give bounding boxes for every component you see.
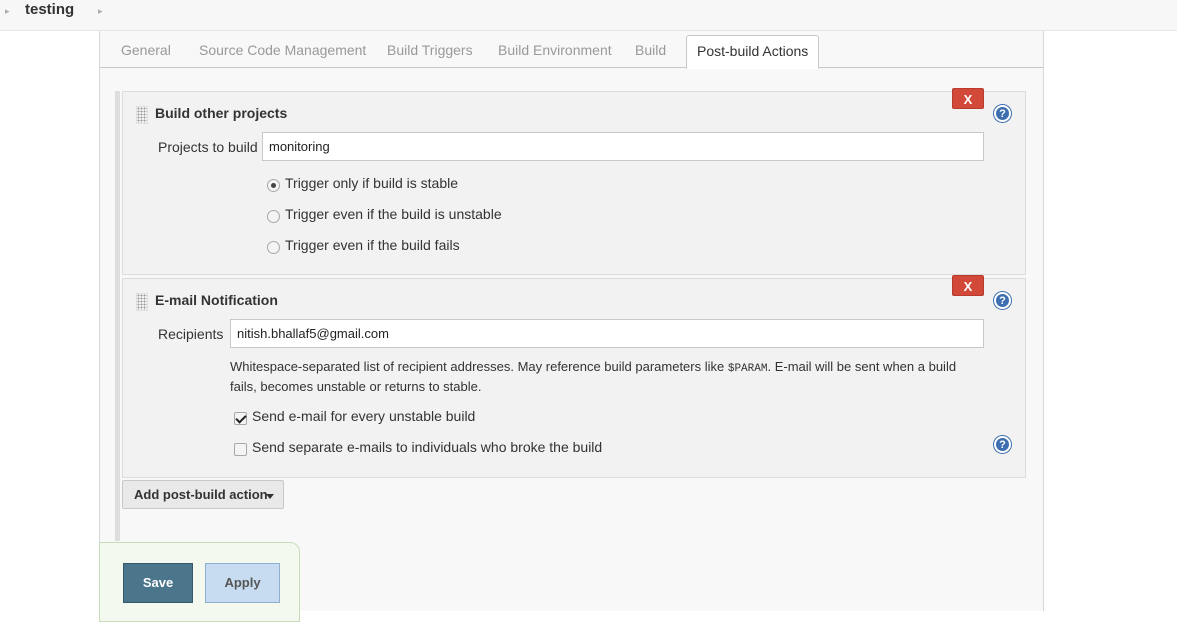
add-post-build-action-button[interactable]: Add post-build action <box>122 480 284 509</box>
trigger-stable-radio[interactable] <box>267 179 280 192</box>
delete-build-other-projects-button[interactable]: X <box>952 88 984 109</box>
drag-handle-icon[interactable] <box>136 106 148 124</box>
recipients-label: Recipients <box>158 326 224 342</box>
individuals-label[interactable]: Send separate e-mails to individuals who… <box>252 439 602 455</box>
trigger-unstable-label[interactable]: Trigger even if the build is unstable <box>285 206 502 222</box>
recipients-description: Whitespace-separated list of recipient a… <box>230 359 957 394</box>
projects-to-build-input[interactable]: monitoring <box>262 132 984 161</box>
breadcrumb-arrow-icon[interactable]: ▸ <box>98 6 103 17</box>
tab-build-triggers[interactable]: Build Triggers <box>387 42 473 58</box>
tab-general[interactable]: General <box>121 42 171 58</box>
unstable-build-label[interactable]: Send e-mail for every unstable build <box>252 408 475 424</box>
tab-source-code-management[interactable]: Source Code Management <box>199 42 366 58</box>
section-title: E-mail Notification <box>155 292 278 308</box>
help-icon[interactable]: ? <box>994 436 1011 453</box>
trigger-stable-label[interactable]: Trigger only if build is stable <box>285 175 458 191</box>
config-panel: General Source Code Management Build Tri… <box>99 31 1044 611</box>
breadcrumb-job-link[interactable]: testing <box>25 1 74 18</box>
breadcrumb: ▸ testing ▸ <box>0 0 1177 31</box>
drag-handle-icon[interactable] <box>136 293 148 311</box>
delete-email-notification-button[interactable]: X <box>952 275 984 296</box>
breadcrumb-arrow-icon[interactable]: ▸ <box>5 6 10 17</box>
trigger-unstable-radio[interactable] <box>267 210 280 223</box>
section-indent-bar <box>115 91 120 541</box>
recipients-input[interactable]: nitish.bhallaf5@gmail.com <box>230 319 984 348</box>
trigger-fails-radio[interactable] <box>267 241 280 254</box>
trigger-fails-label[interactable]: Trigger even if the build fails <box>285 237 460 253</box>
caret-down-icon <box>266 494 274 499</box>
tab-post-build-actions[interactable]: Post-build Actions <box>686 35 820 69</box>
apply-button[interactable]: Apply <box>205 563 280 603</box>
config-tabs: General Source Code Management Build Tri… <box>100 31 1043 69</box>
bottom-sticky-bar: Save Apply <box>99 542 300 622</box>
unstable-build-checkbox[interactable] <box>234 412 247 425</box>
projects-to-build-label: Projects to build <box>158 139 258 155</box>
save-button[interactable]: Save <box>123 563 193 603</box>
help-icon[interactable]: ? <box>994 292 1011 309</box>
tab-build[interactable]: Build <box>635 42 666 58</box>
tab-build-environment[interactable]: Build Environment <box>498 42 612 58</box>
email-notification-section: E-mail Notification X ? Recipients nitis… <box>122 275 1026 478</box>
build-other-projects-section: Build other projects X ? Projects to bui… <box>122 88 1026 275</box>
individuals-checkbox[interactable] <box>234 443 247 456</box>
param-code: $PARAM <box>727 363 768 375</box>
section-title: Build other projects <box>155 105 288 121</box>
help-icon[interactable]: ? <box>994 105 1011 122</box>
